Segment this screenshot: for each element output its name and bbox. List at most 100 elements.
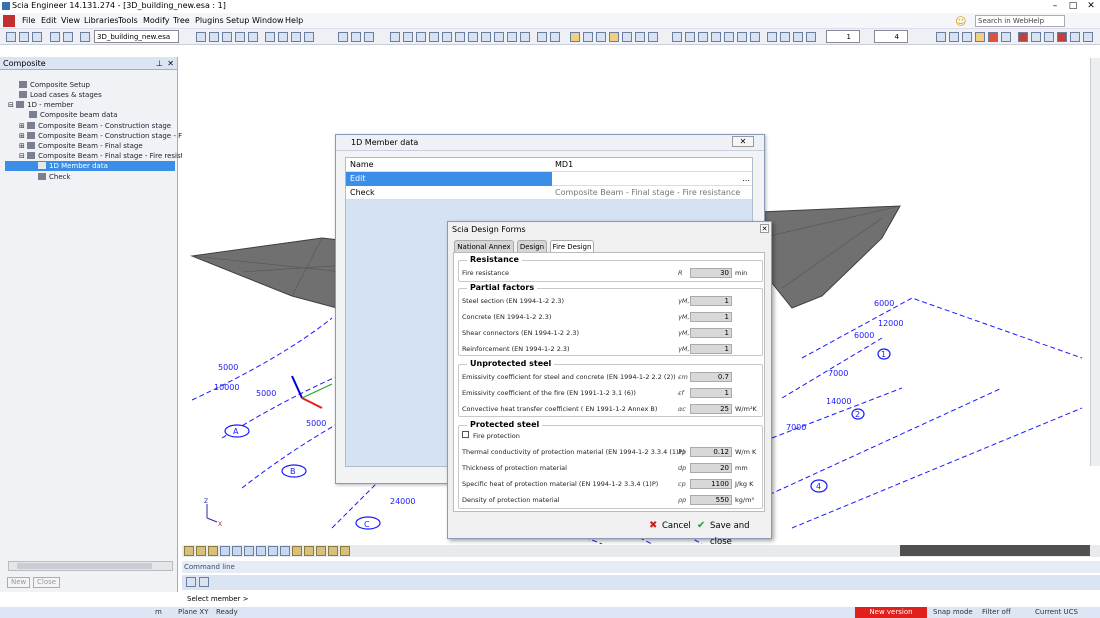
menu-app-icon[interactable] <box>3 15 15 27</box>
save-and-close-button[interactable]: ✔ Save and close <box>696 518 765 548</box>
tree-item-final-stage[interactable]: ⊞ Composite Beam - Final stage <box>19 141 143 151</box>
view-icon-g[interactable] <box>468 32 478 42</box>
toolbar-icon-b[interactable] <box>209 32 219 42</box>
render-icon-c[interactable] <box>596 32 606 42</box>
view-tab-14-icon[interactable] <box>340 546 350 556</box>
tab-design[interactable]: Design <box>517 240 547 252</box>
tree-item-1d-member-data[interactable]: 1D Member data <box>5 161 175 171</box>
view-tab-6-icon[interactable] <box>244 546 254 556</box>
menu-file[interactable]: File <box>22 13 35 29</box>
tool-icon-c[interactable] <box>962 32 972 42</box>
file-select[interactable]: 3D_building_new.esa <box>94 30 179 43</box>
toolbar-icon-e[interactable] <box>248 32 258 42</box>
view-tab-5-icon[interactable] <box>232 546 242 556</box>
menu-tools[interactable]: Tools <box>118 13 138 29</box>
tool-icon-f[interactable] <box>1001 32 1011 42</box>
toolbar-icon-f[interactable] <box>278 32 288 42</box>
display-icon-k[interactable] <box>806 32 816 42</box>
view-tab-1-icon[interactable] <box>184 546 194 556</box>
bottom-scroll-track[interactable] <box>900 545 1090 556</box>
render-icon-a[interactable] <box>570 32 580 42</box>
close-icon[interactable]: ✕ <box>760 224 769 233</box>
tab-fire-design[interactable]: Fire Design <box>550 240 594 252</box>
close-button[interactable]: Close <box>33 577 61 588</box>
menu-window[interactable]: Window <box>252 13 284 29</box>
view-tab-8-icon[interactable] <box>268 546 278 556</box>
view-icon-h[interactable] <box>481 32 491 42</box>
edit-ellipsis-button[interactable]: ... <box>742 172 750 186</box>
tool-icon-g[interactable] <box>1018 32 1028 42</box>
tree-item-final-stage-fire[interactable]: ⊟ Composite Beam - Final stage - Fire re… <box>19 151 200 161</box>
view-tab-12-icon[interactable] <box>316 546 326 556</box>
prop-row-check[interactable]: Check Composite Beam - Final stage - Fir… <box>346 186 752 200</box>
zoom-in-icon[interactable] <box>338 32 348 42</box>
cmd-icon-a[interactable] <box>186 577 196 587</box>
menu-edit[interactable]: Edit <box>41 13 57 29</box>
undo-icon[interactable] <box>50 32 60 42</box>
close-icon[interactable]: ✕ <box>732 136 754 147</box>
maximize-button[interactable]: □ <box>1064 0 1082 12</box>
tree-item-1d-member[interactable]: ⊟ 1D - member <box>8 100 74 110</box>
tool-icon-l[interactable] <box>1083 32 1093 42</box>
open-file-icon[interactable] <box>19 32 29 42</box>
tool-icon-a[interactable] <box>936 32 946 42</box>
display-icon-d[interactable] <box>711 32 721 42</box>
tree-item-construction[interactable]: ⊞ Composite Beam - Construction stage <box>19 121 171 131</box>
tool-icon-k[interactable] <box>1070 32 1080 42</box>
view-tab-3-icon[interactable] <box>208 546 218 556</box>
menu-tree[interactable]: Tree <box>173 13 190 29</box>
thickness-input[interactable]: 20 <box>690 463 732 473</box>
prop-value[interactable]: MD1 <box>555 158 573 172</box>
tree-item-composite-setup[interactable]: Composite Setup <box>19 80 90 90</box>
view-tab-10-icon[interactable] <box>292 546 302 556</box>
shear-factor-input[interactable]: 1 <box>690 328 732 338</box>
emissivity-fire-input[interactable]: 1 <box>690 388 732 398</box>
toolbar-icon-c[interactable] <box>222 32 232 42</box>
view-tab-2-icon[interactable] <box>196 546 206 556</box>
redo-icon[interactable] <box>63 32 73 42</box>
panel-hscroll[interactable] <box>8 561 173 571</box>
render-icon-b[interactable] <box>583 32 593 42</box>
view-icon-c[interactable] <box>416 32 426 42</box>
display-icon-g[interactable] <box>750 32 760 42</box>
fire-resistance-input[interactable]: 30 <box>690 268 732 278</box>
display-icon-i[interactable] <box>780 32 790 42</box>
view-icon-k[interactable] <box>520 32 530 42</box>
specific-heat-input[interactable]: 1100 <box>690 479 732 489</box>
tool-icon-h[interactable] <box>1031 32 1041 42</box>
smiley-icon[interactable]: ☺ <box>955 14 966 30</box>
display-icon-j[interactable] <box>793 32 803 42</box>
render-icon-g[interactable] <box>648 32 658 42</box>
display-icon-c[interactable] <box>698 32 708 42</box>
expand-icon[interactable]: ⊞ <box>19 122 25 130</box>
render-icon-e[interactable] <box>622 32 632 42</box>
command-input[interactable]: Select member > <box>185 593 1090 605</box>
display-icon-a[interactable] <box>672 32 682 42</box>
toolbar-icon-h[interactable] <box>304 32 314 42</box>
tool-icon-b[interactable] <box>949 32 959 42</box>
menu-view[interactable]: View <box>61 13 80 29</box>
zoom-out-icon[interactable] <box>351 32 361 42</box>
view-tab-13-icon[interactable] <box>328 546 338 556</box>
view-icon-m[interactable] <box>550 32 560 42</box>
concrete-factor-input[interactable]: 1 <box>690 312 732 322</box>
tree-item-load-cases[interactable]: Load cases & stages <box>19 90 102 100</box>
collapse-icon[interactable]: ⊟ <box>8 101 14 109</box>
cancel-button[interactable]: ✖ Cancel <box>648 518 691 534</box>
zoom-all-icon[interactable] <box>364 32 374 42</box>
view-icon-j[interactable] <box>507 32 517 42</box>
view-tab-9-icon[interactable] <box>280 546 290 556</box>
view-icon-b[interactable] <box>403 32 413 42</box>
status-ucs[interactable]: Current UCS <box>1035 607 1078 618</box>
menu-plugins[interactable]: Plugins <box>195 13 224 29</box>
tool-icon-d[interactable] <box>975 32 985 42</box>
view-icon-e[interactable] <box>442 32 452 42</box>
display-icon-e[interactable] <box>724 32 734 42</box>
menu-modify[interactable]: Modify <box>143 13 170 29</box>
display-icon-f[interactable] <box>737 32 747 42</box>
menu-setup[interactable]: Setup <box>226 13 249 29</box>
render-icon-f[interactable] <box>635 32 645 42</box>
new-version-badge[interactable]: New version available <box>855 607 927 618</box>
scroll-thumb[interactable] <box>17 563 152 569</box>
tree-item-check[interactable]: Check <box>38 172 71 182</box>
